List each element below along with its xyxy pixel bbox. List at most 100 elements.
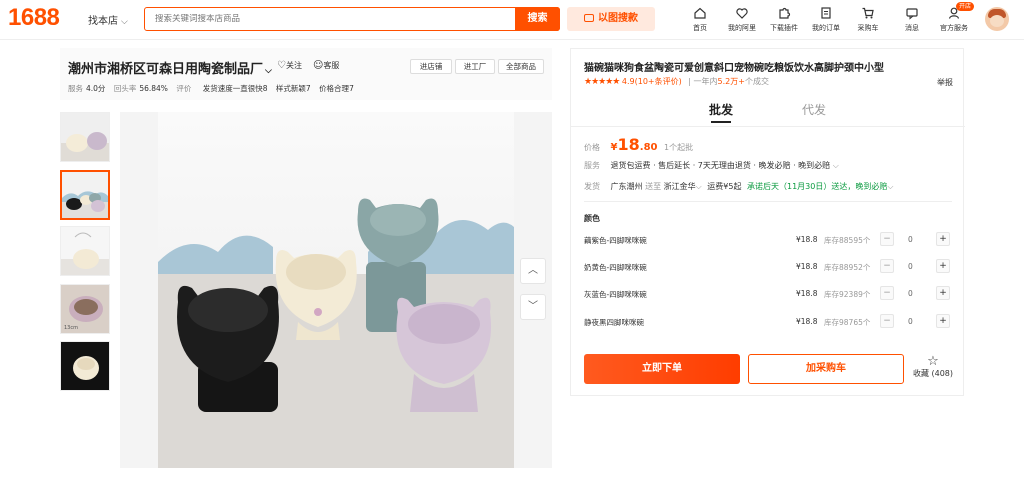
service-row: 服务 退货包运费 · 售后延长 · 7天无理由退货 · 晚发必赔 · 晚到必赔 … (584, 161, 839, 170)
nav-messages-label: 消息 (905, 24, 919, 32)
thumbnail-1[interactable] (60, 112, 110, 162)
image-search-label: 以图搜款 (598, 13, 638, 24)
sku-row: 奶黄色-四脚咪咪碗 ¥18.8 库存88952个 − 0 + (584, 257, 952, 277)
service-terms[interactable]: 退货包运费 · 售后延长 · 7天无理由退货 · 晚发必赔 · 晚到必赔 (611, 161, 831, 170)
chevron-down-icon: ⌵ (695, 182, 702, 191)
nav-my-ali[interactable]: 我的阿里 (720, 6, 764, 33)
favorite-button[interactable]: ☆ 收藏 (408) (911, 355, 955, 379)
nav-my-ali-label: 我的阿里 (728, 24, 756, 32)
sku-stock: 库存98765个 (824, 318, 871, 327)
buy-now-button[interactable]: 立即下单 (584, 354, 740, 384)
star-rating-icon: ★★★★★ (584, 77, 620, 87)
thumbnail-3[interactable] (60, 226, 110, 276)
sku-name: 静夜黑四脚咪咪碗 (584, 318, 644, 327)
sku-quantity[interactable]: 0 (908, 262, 913, 271)
chevron-down-icon: ﹀ (528, 301, 538, 312)
open-shop-badge[interactable]: 开店 (956, 2, 975, 11)
main-product-photo[interactable] (158, 112, 514, 468)
product-info-panel: 猫碗猫咪狗食盆陶瓷可爱创意斜口宠物碗吃粮饭饮水高脚护颈中小型 ★★★★★ 4.9… (570, 48, 965, 396)
delivery-promise[interactable]: 承诺后天（11月30日）送达，晚到必赔 (747, 182, 887, 191)
nav-download-plugin[interactable]: 下载插件 (762, 6, 806, 33)
price-value: ¥18.80 (610, 135, 658, 154)
product-title: 猫碗猫咪狗食盆陶瓷可爱创意斜口宠物碗吃粮饭饮水高脚护颈中小型 (584, 63, 884, 74)
thumbnail-4[interactable]: 13cm (60, 284, 110, 334)
increase-quantity-button[interactable]: + (936, 286, 950, 300)
sku-stock: 库存88952个 (824, 263, 871, 272)
shop-name[interactable]: 潮州市湘桥区可森日用陶瓷制品厂 ⌵ (68, 58, 272, 77)
thumbnail-image (61, 227, 109, 275)
nav-my-orders-label: 我的订单 (812, 24, 840, 32)
color-label: 颜色 (584, 214, 600, 223)
moq: 1个起批 (664, 143, 694, 152)
product-photo-illustration (158, 198, 514, 468)
sku-row: 静夜黑四脚咪咪碗 ¥18.8 库存98765个 − 0 + (584, 312, 952, 332)
tab-dropship[interactable]: 代发 (802, 101, 826, 118)
smile-icon: ☺ (313, 60, 324, 71)
sku-price: ¥18.8 (796, 235, 818, 244)
nav-home[interactable]: 首页 (678, 6, 722, 33)
nav-official-service-label: 官方服务 (940, 24, 968, 32)
increase-quantity-button[interactable]: + (936, 259, 950, 273)
all-products-button[interactable]: 全部商品 (498, 59, 544, 74)
nav-my-orders[interactable]: 我的订单 (804, 6, 848, 33)
search-input[interactable] (155, 14, 505, 24)
avatar[interactable] (985, 7, 1009, 31)
find-shop-dropdown[interactable]: 找本店 ⌵ (88, 12, 128, 27)
sku-quantity[interactable]: 0 (908, 317, 913, 326)
find-shop-label: 找本店 (88, 16, 118, 27)
nav-home-label: 首页 (693, 24, 707, 32)
sku-price: ¥18.8 (796, 317, 818, 326)
favorite-count: 收藏 (408) (912, 369, 954, 378)
cart-icon (862, 7, 874, 19)
image-search-button[interactable]: 以图搜款 (567, 7, 655, 31)
search-box: 搜索 (144, 7, 560, 31)
price-row: 价格 ¥18.80 1个起批 (584, 135, 694, 154)
gallery-down-button[interactable]: ﹀ (520, 294, 546, 320)
chevron-down-icon: ⌵ (265, 66, 272, 76)
star-outline-icon: ☆ (927, 354, 939, 369)
thumbnail-image: 13cm (61, 285, 109, 333)
enter-factory-button[interactable]: 进工厂 (455, 59, 495, 74)
message-icon (906, 8, 918, 20)
sku-row: 灰蓝色-四脚咪咪碗 ¥18.8 库存92389个 − 0 + (584, 284, 952, 304)
ship-from: 广东潮州 (610, 182, 643, 191)
chevron-down-icon: ⌵ (832, 161, 839, 170)
customer-service-button[interactable]: ☺客服 (313, 60, 339, 71)
sku-stock: 库存88595个 (824, 236, 871, 245)
product-rating[interactable]: ★★★★★ 4.9(10+条评价) | 一年内5.2万+个成交 (584, 76, 769, 87)
chevron-down-icon: ⌵ (121, 17, 128, 27)
ship-to-selector[interactable]: 浙江金华 (664, 182, 696, 191)
gallery-up-button[interactable]: ︿ (520, 258, 546, 284)
sku-quantity[interactable]: 0 (908, 235, 913, 244)
heart-icon: ♡ (277, 60, 286, 71)
ship-fee: 运费¥5起 (707, 182, 742, 191)
add-to-cart-button[interactable]: 加采购车 (748, 354, 904, 384)
thumbnail-2[interactable] (60, 170, 110, 220)
thumbnail-5[interactable] (60, 341, 110, 391)
sku-stock: 库存92389个 (824, 290, 871, 299)
tab-wholesale[interactable]: 批发 (709, 101, 733, 123)
enter-shop-button[interactable]: 进店铺 (410, 59, 452, 74)
thumbnail-image (62, 172, 108, 218)
decrease-quantity-button[interactable]: − (880, 314, 894, 328)
sku-quantity[interactable]: 0 (908, 289, 913, 298)
nav-download-plugin-label: 下载插件 (770, 24, 798, 32)
increase-quantity-button[interactable]: + (936, 232, 950, 246)
decrease-quantity-button[interactable]: − (880, 259, 894, 273)
svg-text:13cm: 13cm (64, 325, 78, 331)
chevron-down-icon: ⌵ (887, 182, 894, 191)
decrease-quantity-button[interactable]: − (880, 286, 894, 300)
site-logo[interactable]: 1688 (8, 4, 60, 32)
home-icon (694, 7, 706, 19)
chevron-up-icon: ︿ (528, 265, 538, 276)
report-link[interactable]: 举报 (937, 77, 953, 88)
follow-button[interactable]: ♡关注 (277, 60, 302, 71)
increase-quantity-button[interactable]: + (936, 314, 950, 328)
search-button[interactable]: 搜索 (515, 7, 560, 31)
nav-cart[interactable]: 采购车 (846, 6, 890, 33)
puzzle-icon (779, 7, 791, 19)
thumbnail-image (61, 113, 109, 161)
order-icon (821, 7, 831, 19)
nav-messages[interactable]: 消息 (890, 6, 934, 33)
decrease-quantity-button[interactable]: − (880, 232, 894, 246)
